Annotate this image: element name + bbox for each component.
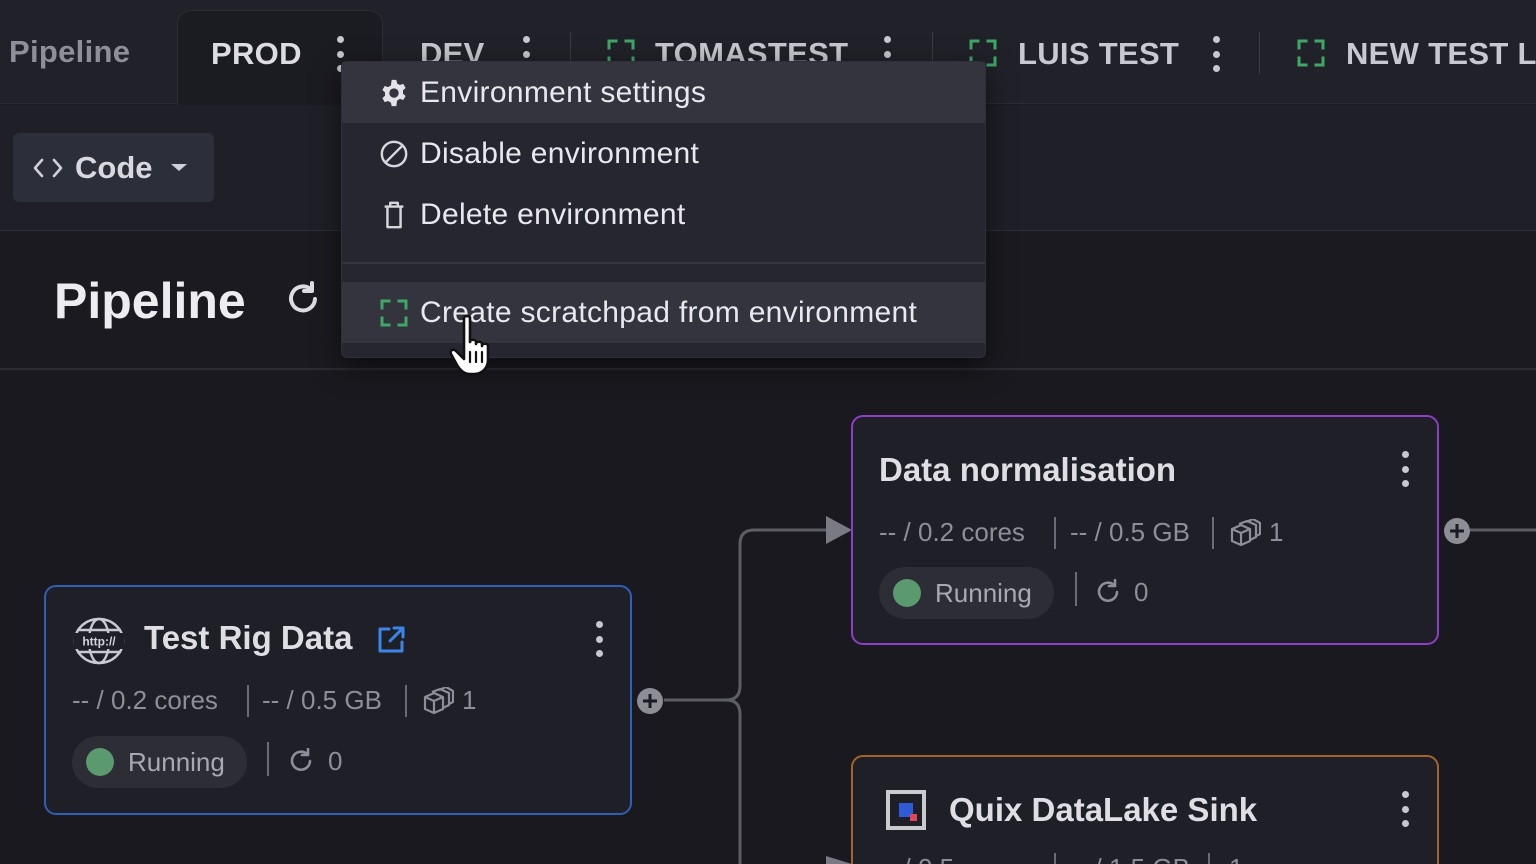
tab-luis-test-menu-icon[interactable]	[1209, 36, 1223, 72]
status-badge: Running	[879, 567, 1054, 619]
divider	[267, 742, 269, 776]
status-text: Running	[128, 746, 225, 777]
datalake-logo-icon	[886, 790, 926, 830]
node-title: Test Rig Data	[144, 619, 353, 656]
divider	[1054, 517, 1056, 549]
node-restarts: 0	[328, 746, 343, 776]
replicas-icon	[1229, 517, 1262, 547]
svg-text:http://: http://	[82, 635, 116, 649]
divider	[1212, 517, 1214, 549]
node-cpu: -- / 0.2 cores	[879, 517, 1025, 547]
menu-item-create-scratchpad[interactable]: Create scratchpad from environment	[342, 282, 985, 343]
restart-icon	[288, 747, 314, 774]
node-menu-icon[interactable]	[1398, 791, 1412, 827]
node-menu-icon[interactable]	[592, 621, 606, 657]
code-dropdown-button[interactable]: Code	[13, 133, 214, 202]
divider	[1075, 572, 1077, 606]
status-badge: Running	[72, 736, 247, 788]
menu-item-disable-environment[interactable]: Disable environment	[342, 123, 985, 184]
menu-item-label: Disable environment	[420, 136, 700, 170]
add-node-icon[interactable]	[1443, 517, 1471, 545]
tab-luis-test-label[interactable]: LUIS TEST	[1018, 36, 1179, 72]
disable-icon	[378, 138, 410, 170]
status-dot	[893, 579, 921, 607]
menu-item-delete-environment[interactable]: Delete environment	[342, 184, 985, 245]
tab-pipeline[interactable]: Pipeline	[9, 34, 130, 70]
node-quix-datalake-sink[interactable]: Quix DataLake Sink -- / 0.5 -- / 1.5 GB …	[851, 755, 1439, 864]
node-test-rig-data[interactable]: http:// Test Rig Data -- / 0.2 cores -- …	[44, 585, 632, 815]
node-title: Quix DataLake Sink	[949, 791, 1258, 828]
node-memory: -- / 0.5 GB	[262, 685, 382, 715]
node-replicas: 1	[462, 685, 477, 715]
external-link-icon[interactable]	[376, 625, 406, 655]
node-replicas: 1	[1229, 853, 1243, 864]
tab-prod-label: PROD	[211, 36, 302, 71]
node-cpu: -- / 0.5	[879, 853, 954, 864]
code-icon	[33, 157, 63, 179]
environment-context-menu: Environment settings Disable environment…	[341, 61, 986, 358]
divider	[405, 685, 407, 717]
node-menu-icon[interactable]	[1398, 451, 1412, 487]
tab-divider	[1259, 32, 1260, 74]
add-node-icon[interactable]	[636, 687, 664, 715]
node-restarts: 0	[1134, 577, 1149, 607]
divider	[1208, 853, 1210, 864]
tab-new-test-label[interactable]: NEW TEST LU	[1346, 36, 1536, 72]
refresh-icon[interactable]	[284, 280, 322, 318]
divider	[1054, 853, 1056, 864]
restart-icon	[1095, 578, 1121, 605]
node-replicas: 1	[1269, 517, 1284, 547]
node-memory: -- / 1.5 GB	[1070, 853, 1190, 864]
node-memory: -- / 0.5 GB	[1070, 517, 1190, 547]
http-globe-icon: http://	[72, 617, 126, 665]
replicas-icon	[422, 685, 455, 715]
divider	[247, 685, 249, 717]
menu-item-label: Environment settings	[420, 75, 707, 109]
status-text: Running	[935, 577, 1032, 608]
scratchpad-icon	[1297, 39, 1325, 67]
menu-item-label: Delete environment	[420, 197, 686, 231]
menu-divider	[342, 262, 985, 264]
node-title: Data normalisation	[879, 451, 1177, 488]
hand-pointer-cursor-icon	[448, 314, 504, 378]
scratchpad-icon	[378, 297, 410, 329]
menu-item-environment-settings[interactable]: Environment settings	[342, 62, 985, 123]
chevron-down-icon	[170, 164, 187, 171]
gear-icon	[378, 77, 410, 109]
code-button-label: Code	[75, 149, 153, 185]
node-cpu: -- / 0.2 cores	[72, 685, 218, 715]
page-title: Pipeline	[54, 273, 246, 329]
node-data-normalisation[interactable]: Data normalisation -- / 0.2 cores -- / 0…	[851, 415, 1439, 645]
trash-icon	[378, 199, 410, 231]
status-dot	[86, 748, 114, 776]
